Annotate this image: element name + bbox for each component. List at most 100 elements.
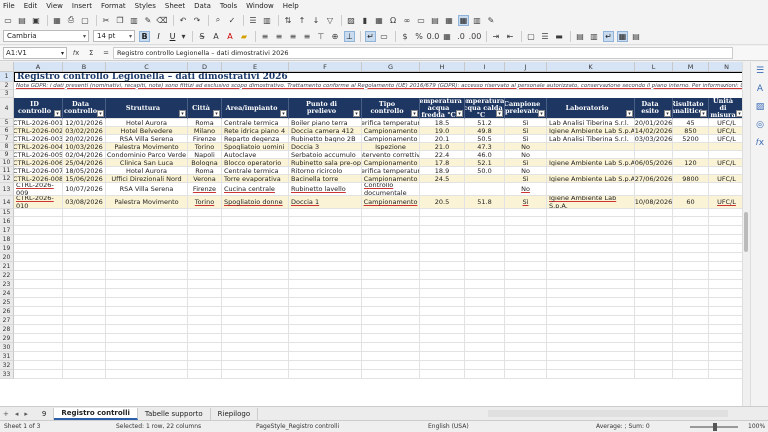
empty-cell[interactable] <box>420 289 465 298</box>
data-cell-lab[interactable] <box>547 143 635 151</box>
empty-cell[interactable] <box>547 370 635 379</box>
empty-cell[interactable] <box>673 316 709 325</box>
empty-cell[interactable] <box>420 253 465 262</box>
data-cell-id[interactable]: CTRL-2026-010 <box>14 196 63 209</box>
data-cell-id[interactable]: CTRL-2026-008 <box>14 175 63 183</box>
empty-cell[interactable] <box>709 352 742 361</box>
empty-cell[interactable] <box>14 262 63 271</box>
data-cell-unit[interactable] <box>709 167 742 175</box>
empty-cell[interactable] <box>635 325 673 334</box>
empty-cell[interactable] <box>547 343 635 352</box>
show-draw-icon[interactable]: ✎ <box>486 15 496 25</box>
data-cell-date[interactable]: 25/04/2026 <box>63 159 106 167</box>
zoom-knob[interactable] <box>713 423 717 431</box>
empty-cell[interactable] <box>362 217 420 226</box>
empty-cell[interactable] <box>14 244 63 253</box>
column-title[interactable]: Temperatura acqua calda °C▾ <box>465 98 505 119</box>
empty-cell[interactable] <box>547 235 635 244</box>
sort-asc-icon[interactable]: ↑ <box>297 15 307 25</box>
empty-cell[interactable] <box>362 361 420 370</box>
paste-icon[interactable]: ▥ <box>129 15 139 25</box>
empty-cell[interactable] <box>420 325 465 334</box>
indent-decrease-icon[interactable]: ⇤ <box>505 31 515 41</box>
column-header[interactable]: F <box>289 62 362 72</box>
function-wizard-icon[interactable]: 𝑓x <box>73 49 79 58</box>
empty-cell[interactable] <box>505 235 547 244</box>
data-cell-struct[interactable]: Hotel Aurora <box>106 167 188 175</box>
shadow-icon[interactable]: A <box>211 31 221 41</box>
data-cell-tc[interactable]: 49.8 <box>465 127 505 135</box>
empty-cell[interactable] <box>547 307 635 316</box>
empty-cell[interactable] <box>465 217 505 226</box>
data-cell-tc[interactable]: 50.5 <box>465 135 505 143</box>
empty-cell[interactable] <box>106 262 188 271</box>
empty-cell[interactable] <box>106 235 188 244</box>
row-header[interactable]: 16 <box>0 217 14 226</box>
empty-cell[interactable] <box>188 209 222 217</box>
properties-icon[interactable]: ☰ <box>751 62 768 80</box>
empty-cell[interactable] <box>465 209 505 217</box>
empty-cell[interactable] <box>63 226 106 235</box>
empty-cell[interactable] <box>362 209 420 217</box>
data-cell-esito[interactable] <box>635 167 673 175</box>
empty-cell[interactable] <box>709 289 742 298</box>
autofilter-dropdown-icon[interactable]: ▾ <box>626 110 633 117</box>
vertical-scrollbar[interactable] <box>742 62 749 406</box>
sum-icon[interactable]: Σ <box>89 49 93 58</box>
copy-icon[interactable]: ❐ <box>115 15 125 25</box>
row-header[interactable]: 12 <box>0 175 14 183</box>
empty-cell[interactable] <box>188 307 222 316</box>
empty-cell[interactable] <box>420 370 465 379</box>
empty-cell[interactable] <box>222 271 289 280</box>
empty-cell[interactable] <box>465 343 505 352</box>
empty-cell[interactable] <box>505 244 547 253</box>
data-cell-lab[interactable]: Lab Analisi Tiberina S.r.l. <box>547 119 635 127</box>
empty-cell[interactable] <box>547 334 635 343</box>
empty-cell[interactable] <box>188 244 222 253</box>
empty-cell[interactable] <box>188 343 222 352</box>
empty-cell[interactable] <box>547 217 635 226</box>
data-cell-struct[interactable]: Uffici Direzionali Nord <box>106 175 188 183</box>
empty-cell[interactable] <box>63 217 106 226</box>
empty-cell[interactable] <box>547 316 635 325</box>
empty-cell[interactable] <box>505 271 547 280</box>
column-header[interactable]: M <box>673 62 709 72</box>
percent-icon[interactable]: % <box>414 31 424 41</box>
data-cell-city[interactable]: Napoli <box>188 151 222 159</box>
menu-window[interactable]: Window <box>246 2 274 10</box>
empty-cell[interactable] <box>505 334 547 343</box>
find-icon[interactable]: ⌕ <box>213 15 223 25</box>
empty-cell[interactable] <box>289 280 362 289</box>
data-cell-area[interactable]: Centrale termica <box>222 167 289 175</box>
empty-cell[interactable] <box>289 325 362 334</box>
empty-cell[interactable] <box>635 343 673 352</box>
data-cell-area[interactable]: Centrale termica <box>222 119 289 127</box>
data-cell-type[interactable]: Controllo documentale <box>362 183 420 196</box>
data-cell-unit[interactable] <box>709 143 742 151</box>
empty-cell[interactable] <box>420 361 465 370</box>
autofilter-dropdown-icon[interactable]: ▾ <box>538 110 545 117</box>
empty-cell[interactable] <box>465 226 505 235</box>
row-header[interactable]: 7 <box>0 135 14 143</box>
data-cell-date[interactable]: 15/06/2026 <box>63 175 106 183</box>
select-all-corner[interactable] <box>0 62 14 72</box>
data-cell-unit[interactable]: UFC/L <box>709 127 742 135</box>
data-cell-point[interactable]: Rubinetto lavello <box>289 183 362 196</box>
empty-cell[interactable] <box>547 361 635 370</box>
empty-cell[interactable] <box>63 262 106 271</box>
data-cell-area[interactable]: Reparto degenza <box>222 135 289 143</box>
empty-cell[interactable] <box>547 280 635 289</box>
row-header[interactable]: 31 <box>0 352 14 361</box>
empty-cell[interactable] <box>505 262 547 271</box>
row-header[interactable]: 6 <box>0 127 14 135</box>
empty-cell[interactable] <box>709 244 742 253</box>
data-cell-camp[interactable]: No <box>505 151 547 159</box>
data-cell-point[interactable]: Serbatoio accumulo <box>289 151 362 159</box>
data-cell-esito[interactable]: 27/06/2026 <box>635 175 673 183</box>
empty-cell[interactable] <box>14 316 63 325</box>
special-char-icon[interactable]: Ω <box>388 15 398 25</box>
empty-cell[interactable] <box>14 298 63 307</box>
data-cell-tc[interactable]: 47.3 <box>465 143 505 151</box>
data-cell-point[interactable]: Doccia 1 <box>289 196 362 209</box>
data-cell-tf[interactable]: 20.5 <box>420 196 465 209</box>
